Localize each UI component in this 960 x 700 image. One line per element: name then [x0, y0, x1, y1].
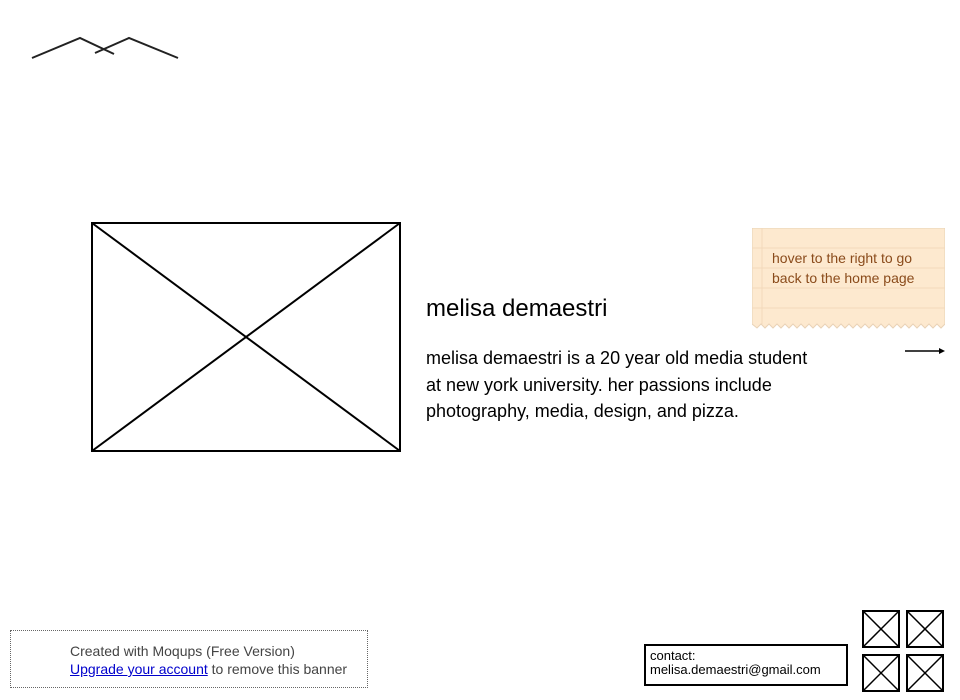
banner-created-text: Created with Moqups (Free Version)	[70, 643, 295, 659]
mountain-logo-icon[interactable]	[28, 34, 183, 64]
banner-upgrade-line: Upgrade your account to remove this bann…	[70, 660, 347, 678]
profile-name: melisa demaestri	[426, 295, 608, 322]
contact-email[interactable]: melisa.demaestri@gmail.com	[650, 663, 846, 677]
social-icon-4[interactable]	[906, 654, 944, 692]
moqups-banner: Created with Moqups (Free Version) Upgra…	[10, 630, 368, 688]
sticky-note-text: hover to the right to go back to the hom…	[772, 250, 915, 286]
image-placeholder-icon	[91, 222, 401, 452]
social-icon-2[interactable]	[906, 610, 944, 648]
social-icon-1[interactable]	[862, 610, 900, 648]
contact-label: contact:	[650, 648, 696, 663]
banner-remove-text: to remove this banner	[207, 661, 348, 677]
arrow-right-icon[interactable]	[903, 344, 947, 358]
social-icon-3[interactable]	[862, 654, 900, 692]
sticky-note: hover to the right to go back to the hom…	[752, 228, 945, 332]
profile-bio: melisa demaestri is a 20 year old media …	[426, 348, 808, 421]
contact-box: contact: melisa.demaestri@gmail.com	[644, 644, 848, 686]
upgrade-account-link[interactable]: Upgrade your account	[70, 661, 208, 677]
